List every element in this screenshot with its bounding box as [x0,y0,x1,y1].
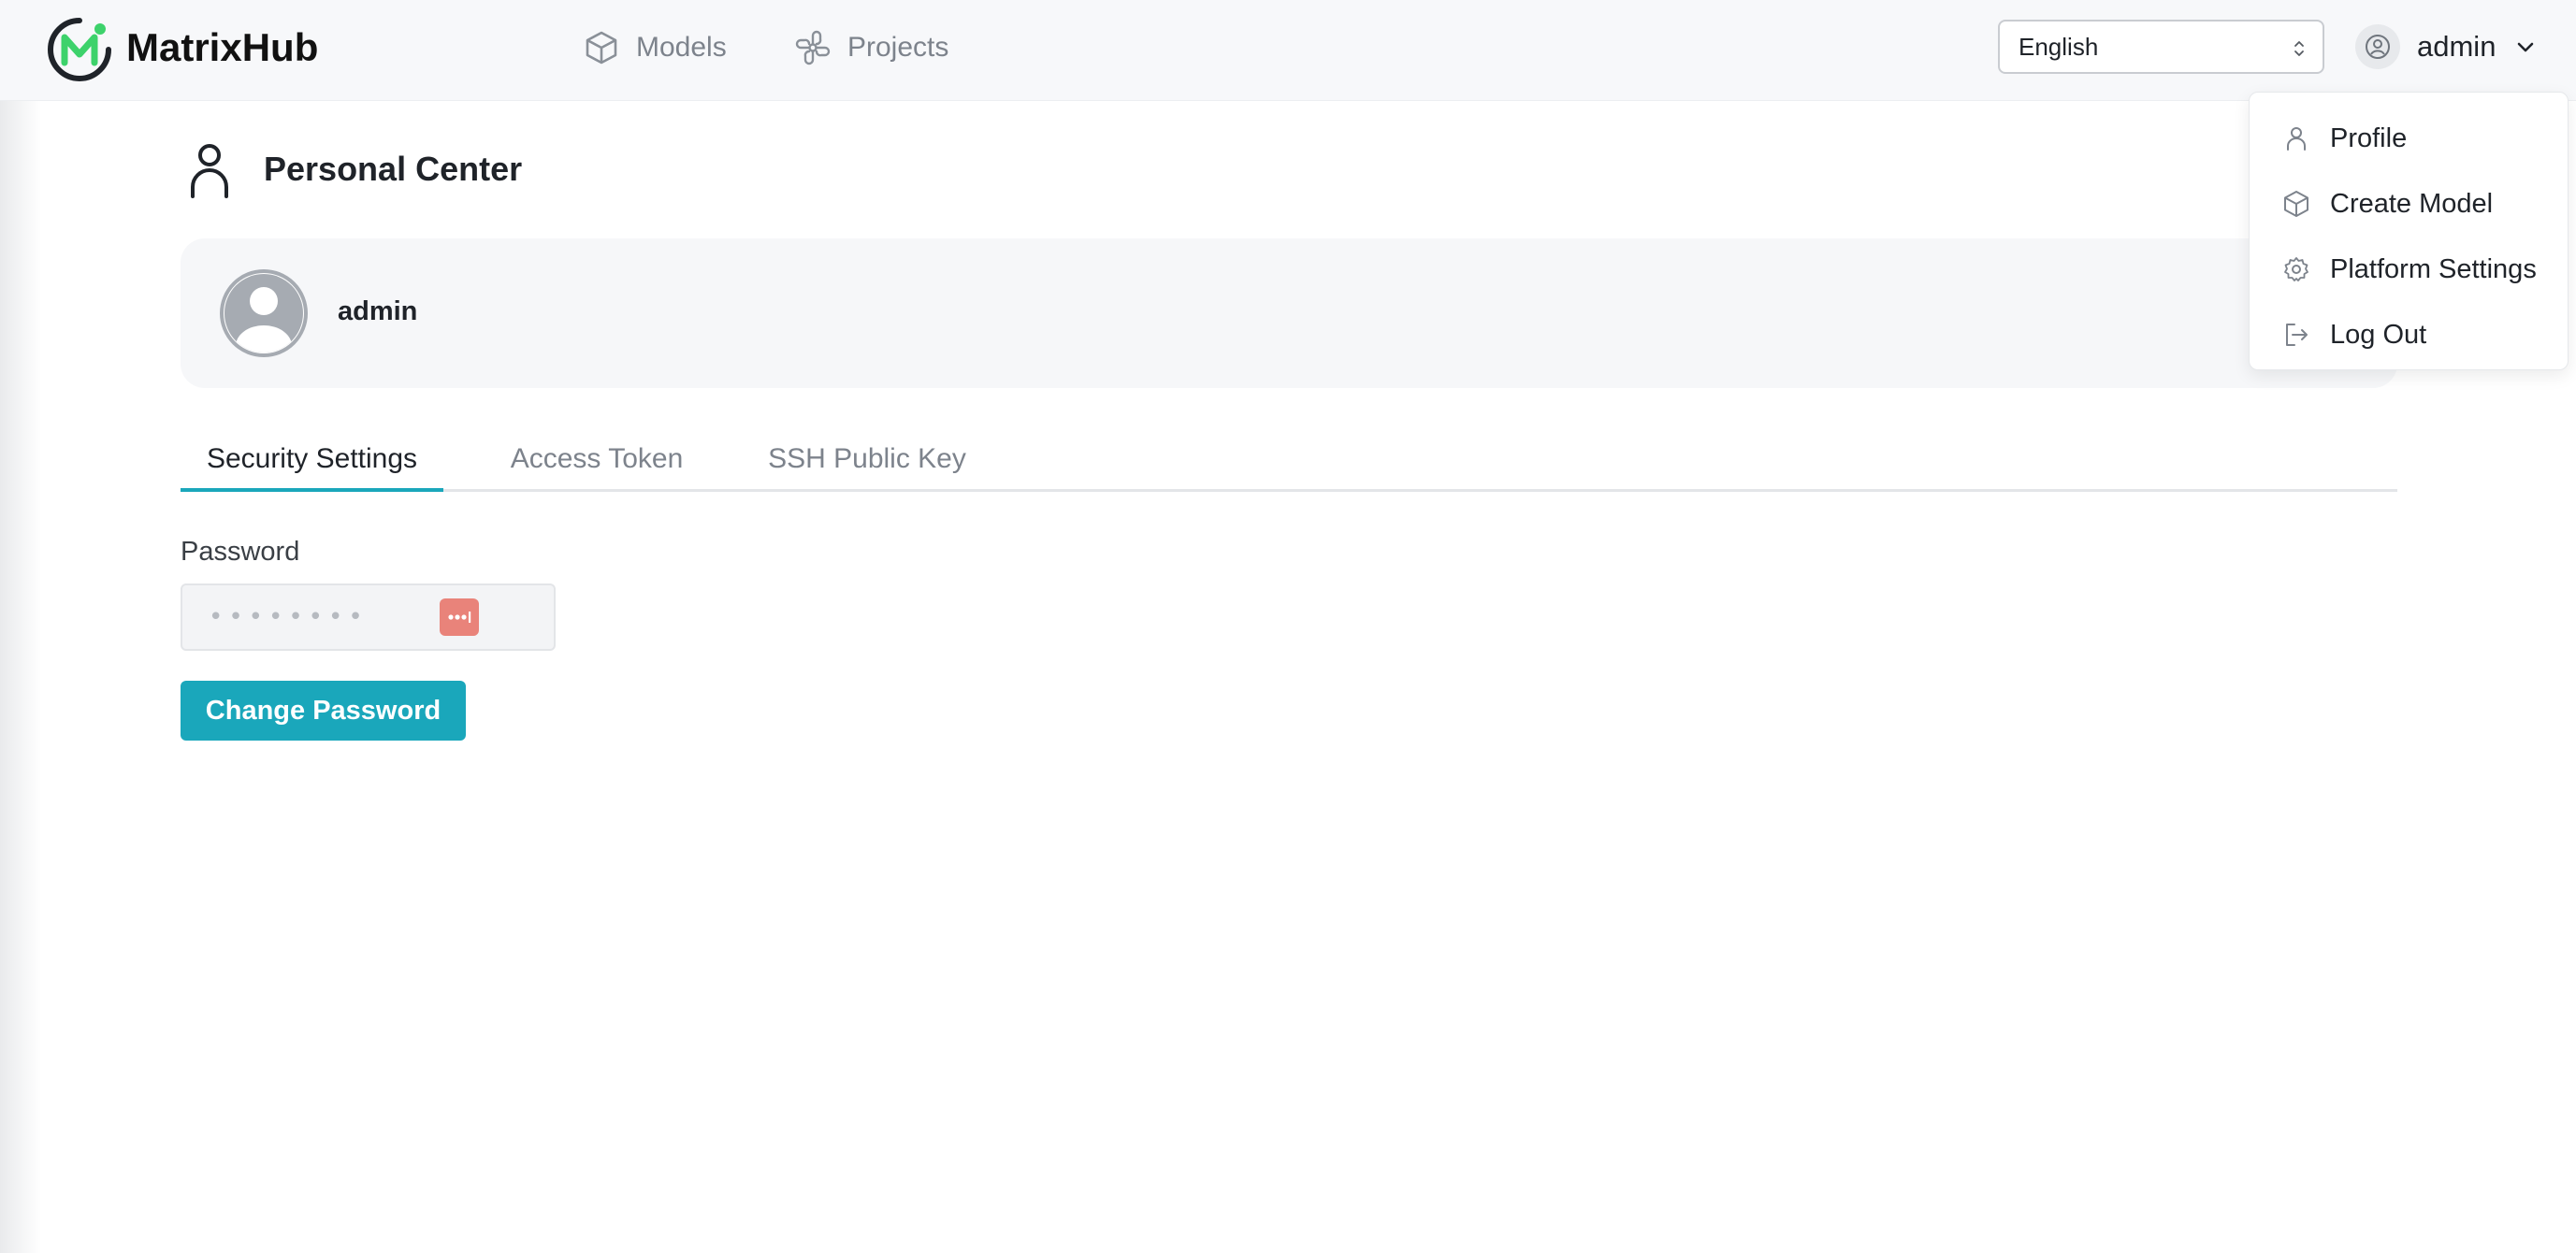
personal-center-heading: Personal Center [183,140,522,198]
propeller-icon [795,30,831,65]
logout-icon [2286,324,2308,346]
user-avatar-icon [2355,24,2400,69]
page-title: Personal Center [264,150,523,188]
password-manager-icon[interactable] [440,598,479,636]
nav-models-label: Models [636,32,727,63]
chevron-down-icon [2518,42,2534,52]
password-label: Password [181,537,300,567]
language-selected-value: English [2019,32,2099,61]
language-select[interactable]: English [1998,20,2324,74]
user-name: admin [2417,30,2496,63]
menu-item-label: Log Out [2330,319,2427,350]
menu-item-label: Profile [2330,122,2408,153]
tab-access-token[interactable]: Access Token [499,432,695,492]
profile-card: admin [181,238,2397,388]
cube-icon [586,31,617,65]
menu-item-label: Create Model [2330,188,2494,219]
left-edge-shadow [0,0,41,1253]
tab-ssh-public-key[interactable]: SSH Public Key [755,432,979,492]
matrixhub-logo-icon[interactable] [47,17,112,82]
avatar[interactable] [220,269,308,357]
change-password-button[interactable]: Change Password [181,681,466,741]
profile-name: admin [338,296,418,326]
user-dropdown-menu: Profile Create Model Platform Settings L… [2249,92,2569,370]
menu-item-log-out[interactable]: Log Out [2250,302,2568,367]
cube-icon [2284,191,2308,217]
person-icon [191,144,228,198]
tab-security-settings[interactable]: Security Settings [181,432,443,492]
user-icon [2287,127,2306,151]
menu-item-profile[interactable]: Profile [2250,106,2568,171]
menu-item-create-model[interactable]: Create Model [2250,171,2568,237]
page: MatrixHub Models Projects English admin … [0,0,2576,1253]
password-field[interactable] [181,583,556,651]
gear-icon [2284,257,2308,281]
menu-item-label: Platform Settings [2330,253,2537,284]
nav-projects-label: Projects [847,32,949,63]
settings-tabs: Security Settings Access Token SSH Publi… [181,432,2397,492]
menu-item-platform-settings[interactable]: Platform Settings [2250,237,2568,302]
select-arrows-icon [2294,41,2304,56]
top-header: MatrixHub Models Projects English admin [0,0,2576,101]
brand-name[interactable]: MatrixHub [126,24,318,71]
nav-projects[interactable]: Projects [795,24,948,71]
nav-models[interactable]: Models [584,24,727,71]
user-menu-trigger[interactable]: admin [2355,22,2537,71]
